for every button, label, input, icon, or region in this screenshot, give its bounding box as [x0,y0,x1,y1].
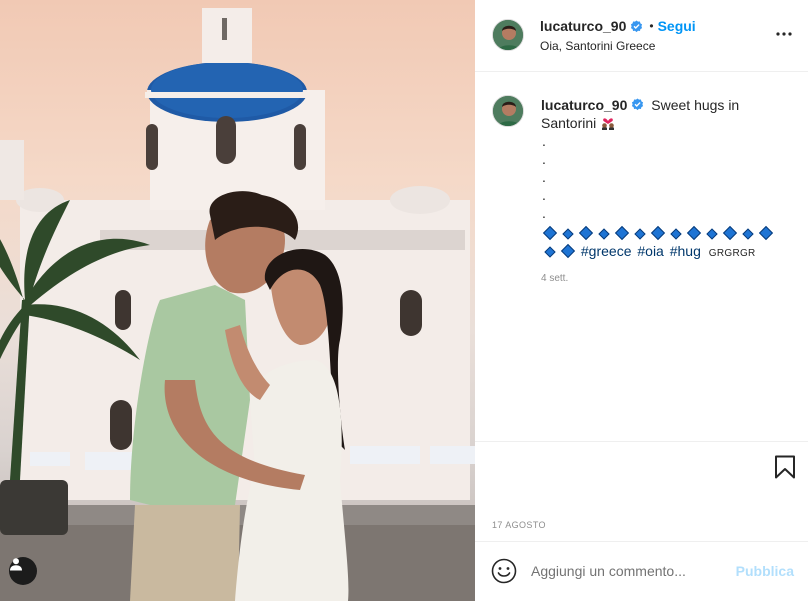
caption-username[interactable]: lucaturco_90 [541,97,627,113]
small-blue-diamond-icon [562,228,574,240]
author-avatar[interactable] [492,19,524,51]
more-options-button[interactable] [774,24,794,44]
small-blue-diamond-icon [544,246,556,258]
avatar-image [493,96,523,126]
diamond-emoji-row [541,224,791,242]
caption-hashtag-line: #greece #oia #hug GRGRGR [541,242,791,263]
avatar-image [493,20,523,50]
caption-dot-line: . [542,205,546,221]
publish-comment-button[interactable]: Pubblica [736,563,794,579]
small-blue-diamond-icon [706,228,718,240]
verified-badge-icon [632,98,644,111]
blue-diamond-icon [686,225,702,241]
header-separator: • [649,19,654,33]
post-photo-illustration [0,8,475,601]
hashtag-link[interactable]: #greece [581,243,632,259]
emoji-button[interactable] [491,558,517,584]
blue-diamond-icon [542,225,558,241]
hashtag-link[interactable]: #oia [637,243,663,259]
post-header: lucaturco_90 • Segui Oia, Santorini Gree… [475,0,808,72]
post-photo[interactable] [0,0,475,601]
post-actions-bar [475,441,808,491]
small-blue-diamond-icon [742,228,754,240]
caption-tail-text: GRGRGR [708,248,756,259]
post-side-panel: lucaturco_90 • Segui Oia, Santorini Gree… [475,0,808,601]
blue-diamond-icon [614,225,630,241]
blue-diamond-icon [560,243,576,259]
caption-time-ago[interactable]: 4 sett. [541,273,568,284]
comment-bar: Pubblica [475,541,808,601]
comment-input[interactable] [531,560,731,582]
verified-badge-icon [631,19,643,32]
small-blue-diamond-icon [598,228,610,240]
post-location[interactable]: Oia, Santorini Greece [540,39,655,53]
post-caption: lucaturco_90 Sweet hugs in Santorini . .… [541,96,791,263]
caption-dot-line: . [542,133,546,149]
blue-diamond-icon [722,225,738,241]
caption-dot-line: . [542,187,546,203]
header-name-row: lucaturco_90 • Segui [540,18,696,34]
small-blue-diamond-icon [670,228,682,240]
user-tag-icon [10,558,22,571]
post-date[interactable]: 17 AGOSTO [492,520,546,530]
more-options-icon [776,32,792,36]
bookmark-icon [775,455,795,479]
caption-dot-line: . [542,151,546,167]
blue-diamond-icon [758,225,774,241]
small-blue-diamond-icon [634,228,646,240]
follow-button[interactable]: Segui [658,18,696,34]
caption-dot-line: . [542,169,546,185]
hashtag-link[interactable]: #hug [670,243,701,259]
emoji-smiley-icon [491,558,517,584]
couple-with-heart-icon [602,118,615,130]
save-post-button[interactable] [774,455,796,484]
blue-diamond-icon [578,225,594,241]
user-tag-button[interactable] [9,557,37,585]
author-username[interactable]: lucaturco_90 [540,18,626,34]
blue-diamond-icon [650,225,666,241]
caption-author-avatar[interactable] [492,95,524,127]
